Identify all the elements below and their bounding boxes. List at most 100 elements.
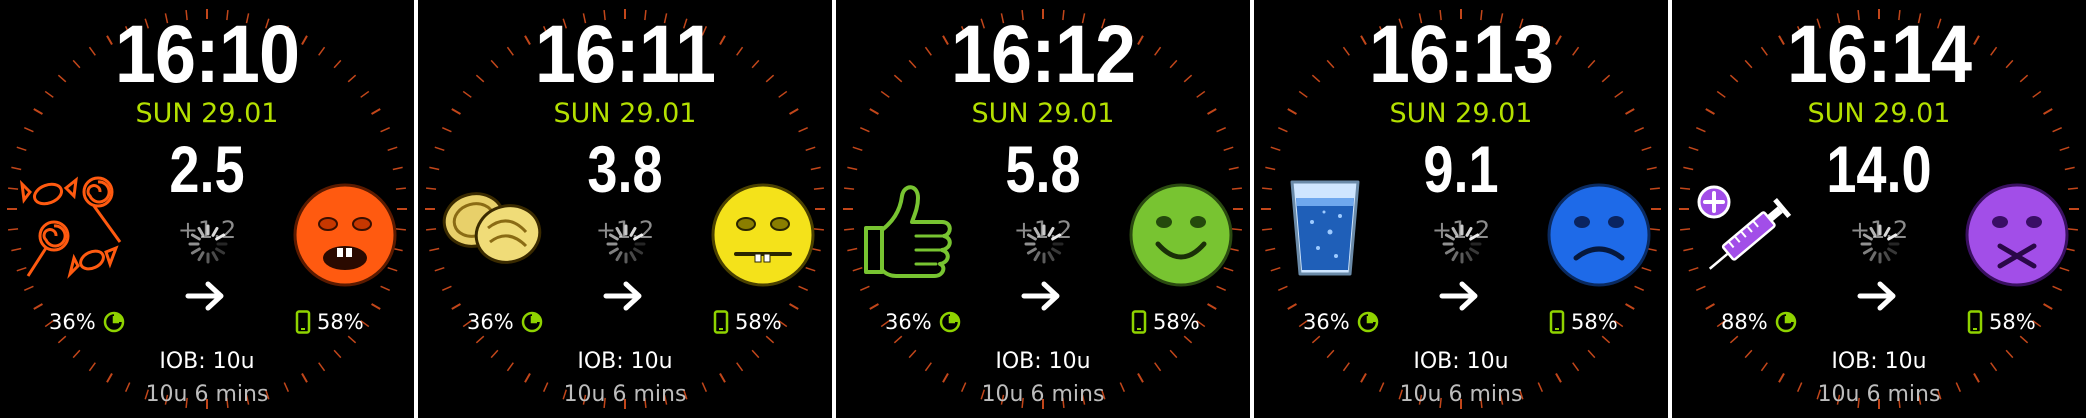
tick-mark [847, 166, 858, 171]
uploader-battery-value: 88% [1721, 309, 1768, 334]
clock-date: SUN 29.01 [135, 98, 279, 129]
clock-time: 16:10 [114, 9, 300, 100]
tick-mark [429, 166, 440, 171]
spinner-dash [1887, 247, 1898, 255]
insulin-on-board: IOB: 10u [577, 349, 673, 374]
tick-mark [11, 166, 22, 171]
spinner-dash [1051, 247, 1062, 255]
spinner-dash [215, 247, 226, 255]
watchface-5: 16:14 SUN 29.01 14.0 +1.2 88% 58% IOB: 1… [1672, 0, 2086, 418]
phone-battery-value: 58% [317, 309, 364, 334]
tick-mark [33, 303, 43, 310]
uploader-battery: 88% [1721, 309, 1798, 335]
tick-mark [1183, 335, 1193, 344]
cookies-icon [442, 192, 542, 264]
tick-mark [1705, 303, 1715, 310]
spinner-dash [190, 247, 201, 255]
tick-mark [1277, 285, 1288, 292]
tick-mark [106, 373, 113, 383]
tick-mark [893, 335, 903, 344]
loading-spinner-icon [188, 224, 228, 264]
uploader-battery-value: 36% [885, 309, 932, 334]
phone-icon [713, 310, 729, 334]
tick-mark [1207, 303, 1217, 310]
spinner-dash [1051, 233, 1062, 241]
basal-info: 10u 6 mins [981, 382, 1105, 407]
phone-battery: 58% [1131, 309, 1200, 335]
tick-mark [434, 146, 445, 152]
tick-mark [1287, 303, 1297, 310]
thumbs-up-icon [864, 185, 952, 278]
spinner-dash [1026, 233, 1037, 241]
sad-face-icon [1547, 183, 1651, 287]
clock-date: SUN 29.01 [553, 98, 697, 129]
phone-battery-value: 58% [1989, 309, 2036, 334]
happy-face-icon [1129, 183, 1233, 287]
tick-mark [1228, 166, 1239, 171]
tick-mark [859, 285, 870, 292]
tick-mark [23, 285, 34, 292]
worried-face-icon [711, 183, 815, 287]
clock-date: SUN 29.01 [971, 98, 1115, 129]
clock-time: 16:11 [534, 9, 716, 100]
uploader-clock-icon [1357, 311, 1378, 333]
tick-mark [1646, 166, 1657, 171]
phone-icon [1131, 310, 1147, 334]
spinner-dash [1883, 226, 1891, 237]
tick-mark [1680, 187, 1691, 190]
clock-date: SUN 29.01 [1389, 98, 1533, 129]
phone-battery-value: 58% [1571, 309, 1618, 334]
tick-mark [765, 335, 775, 344]
tick-mark [2064, 166, 2075, 171]
tick-mark [426, 187, 437, 190]
tick-mark [1729, 335, 1739, 344]
spinner-dash [1047, 251, 1055, 262]
tick-mark [380, 126, 391, 133]
phone-battery: 58% [1549, 309, 1618, 335]
spinner-dash [1047, 226, 1055, 237]
trend-arrow-right-icon [1021, 281, 1060, 311]
tick-mark [844, 187, 855, 190]
loading-spinner-icon [1024, 224, 1064, 264]
spinner-dash [633, 247, 644, 255]
spinner-dash [1026, 247, 1037, 255]
tick-mark [1270, 146, 1281, 152]
tick-mark [347, 335, 357, 344]
tick-mark [1601, 335, 1611, 344]
uploader-battery: 36% [49, 309, 126, 335]
loading-spinner-icon [1860, 224, 1900, 264]
spinner-dash [1465, 226, 1473, 237]
phone-icon [1967, 310, 1983, 334]
tick-mark [1265, 166, 1276, 171]
spinner-dash [197, 251, 205, 262]
spinner-dash [608, 233, 619, 241]
insulin-on-board: IOB: 10u [995, 349, 1091, 374]
tick-mark [8, 187, 19, 190]
tick-mark [301, 373, 308, 383]
phone-icon [295, 310, 311, 334]
spinner-dash [215, 233, 226, 241]
watchface-4: 16:13 SUN 29.01 9.1 +1.2 36% 58% IOB: 10… [1254, 0, 1668, 418]
phone-icon [1549, 310, 1565, 334]
phone-battery: 58% [295, 309, 364, 335]
trend-arrow-right-icon [1439, 281, 1478, 311]
clock-date: SUN 29.01 [1807, 98, 1951, 129]
spinner-dash [1451, 251, 1459, 262]
tick-mark [1973, 373, 1980, 383]
spinner-dash [211, 251, 219, 262]
tick-mark [371, 303, 381, 310]
loading-spinner-icon [1442, 224, 1482, 264]
tick-mark [1634, 126, 1645, 133]
basal-info: 10u 6 mins [145, 382, 269, 407]
trend-arrow-right-icon [603, 281, 642, 311]
tick-mark [1216, 126, 1227, 133]
spinner-dash [190, 233, 201, 241]
spinner-dash [1465, 251, 1473, 262]
tick-mark [1683, 166, 1694, 171]
phone-battery: 58% [1967, 309, 2036, 335]
tick-mark [1778, 373, 1785, 383]
tick-mark [789, 303, 799, 310]
tick-mark [719, 373, 726, 383]
insulin-on-board: IOB: 10u [159, 349, 255, 374]
spinner-dash [1869, 251, 1877, 262]
